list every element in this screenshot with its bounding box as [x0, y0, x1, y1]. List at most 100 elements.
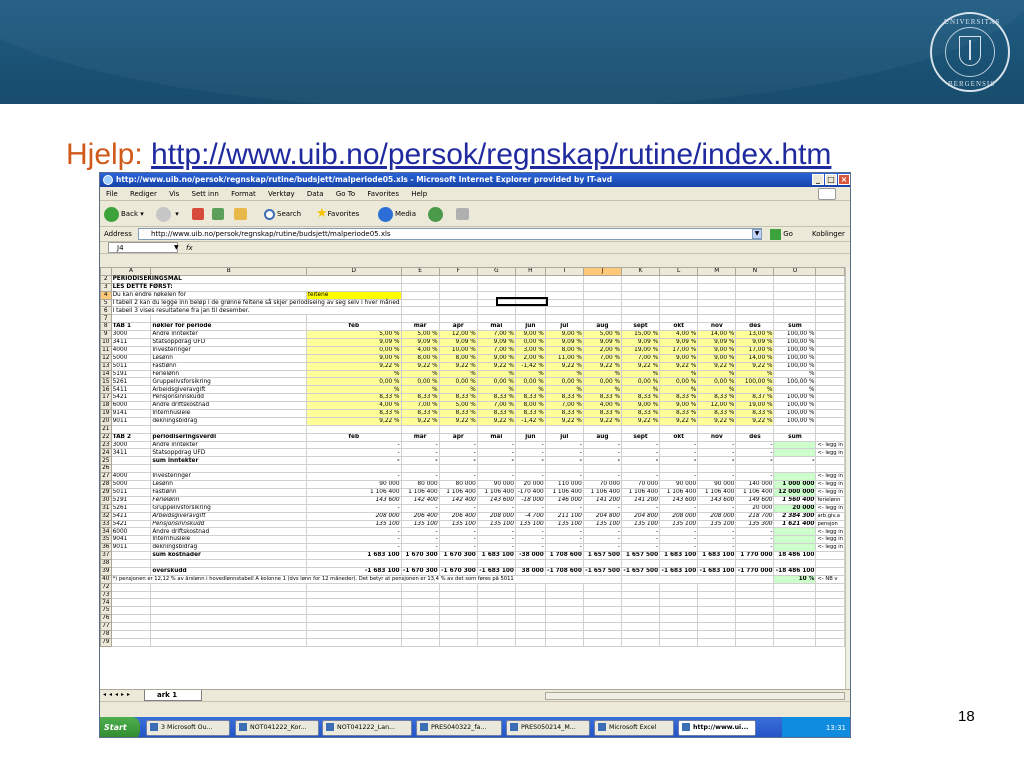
sheet-cell[interactable]: -: [735, 527, 775, 537]
name-box[interactable]: J4: [108, 242, 178, 253]
sheet-cell[interactable]: jun: [514, 322, 546, 332]
sheet-cell[interactable]: 100,00 %: [773, 345, 817, 355]
sheet-cell[interactable]: 1 106 400: [659, 487, 699, 497]
sheet-cell[interactable]: -18 000: [514, 495, 546, 505]
sheet-cell[interactable]: %: [735, 369, 775, 379]
sheet-cell[interactable]: mar: [400, 322, 440, 332]
sheet-cell-note[interactable]: [815, 338, 845, 347]
sheet-cell[interactable]: dekningsbidrag: [150, 543, 308, 553]
sheet-cell[interactable]: 0,00 %: [306, 377, 402, 387]
sheet-cell[interactable]: nov: [697, 432, 737, 442]
sheet-cell[interactable]: [438, 424, 478, 434]
sheet-cell[interactable]: %: [400, 369, 440, 379]
sheet-cell[interactable]: 2,00 %: [514, 353, 546, 363]
sheet-cell[interactable]: 9,22 %: [306, 416, 402, 426]
sheet-cell[interactable]: [773, 314, 817, 324]
sheet-cell[interactable]: [697, 464, 737, 474]
sheet-cell[interactable]: [620, 574, 737, 584]
sheet-cell[interactable]: -: [544, 535, 584, 545]
sheet-cell[interactable]: -: [697, 472, 737, 482]
sheet-cell[interactable]: 135 300: [735, 519, 775, 529]
sheet-cell[interactable]: [773, 558, 817, 568]
sheet-cell[interactable]: [620, 558, 661, 568]
sheet-cell[interactable]: %: [697, 369, 737, 379]
sheet-cell[interactable]: [438, 314, 478, 324]
sheet-cell[interactable]: -: [697, 527, 737, 537]
sheet-cell[interactable]: -: [735, 456, 775, 466]
row-header[interactable]: 74: [100, 598, 112, 608]
sheet-cell[interactable]: Andre driftskostnad: [150, 527, 308, 537]
sheet-cell[interactable]: [544, 306, 584, 316]
sheet-cell[interactable]: [306, 558, 402, 568]
sheet-cell-note[interactable]: [815, 424, 845, 434]
sheet-cell[interactable]: Feriеlønn: [150, 369, 308, 379]
close-button[interactable]: ×: [838, 174, 850, 185]
sheet-cell[interactable]: [150, 314, 308, 324]
sheet-cell[interactable]: [438, 582, 478, 592]
sheet-cell[interactable]: -: [514, 448, 546, 458]
sheet-cell[interactable]: -: [514, 543, 546, 553]
menu-data[interactable]: Data: [307, 190, 324, 198]
sheet-cell[interactable]: 8,33 %: [659, 393, 699, 403]
sheet-cell[interactable]: aug: [582, 322, 622, 332]
sheet-cell[interactable]: [110, 590, 152, 600]
sheet-cell[interactable]: [476, 464, 516, 474]
sheet-cell[interactable]: 9,22 %: [544, 361, 584, 371]
sheet-cell[interactable]: -: [476, 503, 516, 513]
sheet-cell-note[interactable]: [815, 582, 845, 592]
sheet-cell[interactable]: [306, 464, 402, 474]
sheet-cell[interactable]: 3000: [110, 440, 152, 450]
column-header[interactable]: O: [773, 267, 817, 276]
sheet-cell[interactable]: [620, 282, 661, 292]
sheet-cell[interactable]: 204 800: [620, 511, 661, 521]
sheet-cell[interactable]: 9,22 %: [438, 361, 478, 371]
sheet-cell[interactable]: Gruppelivsforsikring: [150, 503, 308, 513]
sheet-cell[interactable]: 8,33 %: [620, 409, 661, 418]
sheet-cell[interactable]: 9,09 %: [659, 338, 699, 347]
sheet-cell[interactable]: -170 400: [514, 487, 546, 497]
sheet-cell[interactable]: 7,00 %: [620, 353, 661, 363]
sheet-cell[interactable]: -: [659, 543, 699, 553]
sheet-cell[interactable]: 8,33 %: [306, 393, 402, 403]
sheet-cell[interactable]: -1 770 000: [735, 566, 775, 576]
sheet-cell[interactable]: -1 683 100: [306, 566, 402, 576]
sheet-cell[interactable]: 8,00 %: [514, 401, 546, 411]
sheet-cell[interactable]: -: [659, 456, 699, 466]
row-header[interactable]: 40: [100, 574, 112, 584]
sheet-cell[interactable]: [514, 424, 546, 434]
sheet-cell[interactable]: [582, 290, 622, 300]
sheet-cell[interactable]: %: [620, 385, 661, 395]
sheet-cell[interactable]: 9,09 %: [306, 338, 402, 347]
sheet-cell[interactable]: [476, 424, 516, 434]
sheet-cell[interactable]: [544, 590, 584, 600]
sheet-cell[interactable]: 7,00 %: [582, 353, 622, 363]
menu-format[interactable]: Format: [231, 190, 256, 198]
sheet-cell[interactable]: [400, 290, 440, 300]
sheet-cell[interactable]: [476, 558, 516, 568]
sheet-cell[interactable]: 0,00 %: [476, 377, 516, 387]
sheet-cell[interactable]: 1 106 400: [544, 487, 584, 497]
sheet-cell[interactable]: 9,22 %: [476, 361, 516, 371]
sheet-cell[interactable]: [659, 606, 699, 616]
sheet-cell[interactable]: Andre driftskostnad: [150, 401, 308, 411]
sheet-cell[interactable]: -: [400, 472, 440, 482]
sheet-cell[interactable]: 9011: [110, 416, 152, 426]
sheet-cell[interactable]: 90 000: [697, 480, 737, 489]
sheet-cell[interactable]: [438, 637, 478, 647]
sheet-cell[interactable]: [773, 590, 817, 600]
sheet-cell[interactable]: -: [659, 472, 699, 482]
sheet-cell[interactable]: [110, 629, 152, 639]
sheet-cell[interactable]: %: [659, 369, 699, 379]
row-header[interactable]: 73: [100, 590, 112, 600]
sheet-cell-note[interactable]: [815, 353, 845, 363]
sheet-cell[interactable]: 8,33 %: [306, 409, 402, 418]
row-header[interactable]: 15: [100, 377, 112, 387]
sheet-cell[interactable]: [544, 614, 584, 624]
sheet-cell[interactable]: 100,00 %: [773, 401, 817, 411]
sheet-cell[interactable]: 90 000: [659, 480, 699, 489]
sheet-cell[interactable]: feltene: [306, 290, 402, 300]
sheet-cell[interactable]: [620, 629, 661, 639]
sheet-cell[interactable]: 0,00 %: [306, 345, 402, 355]
sheet-cell[interactable]: [735, 574, 775, 584]
sheet-cell[interactable]: -: [697, 535, 737, 545]
